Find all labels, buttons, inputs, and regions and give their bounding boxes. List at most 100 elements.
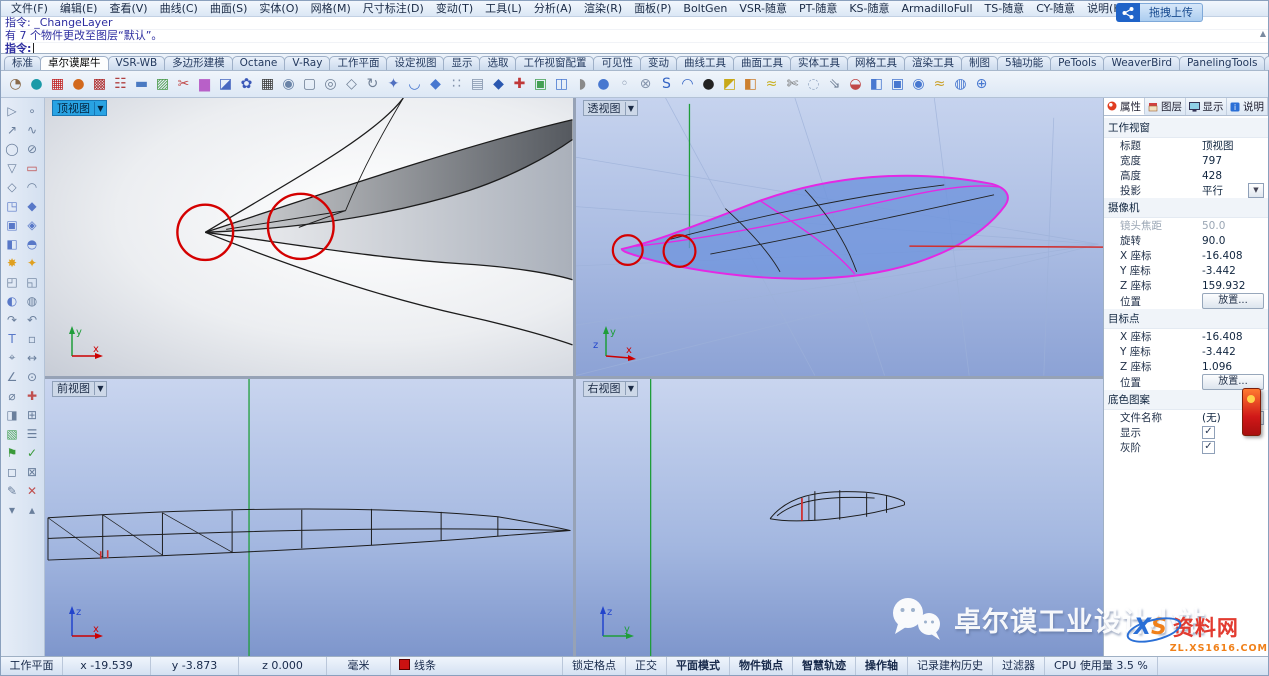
menu-item[interactable]: PT-随意 (793, 1, 843, 16)
wallpaper-file-value[interactable]: (无) (1202, 410, 1247, 425)
viewport-perspective[interactable]: 透视图▼ y x z (576, 98, 1104, 376)
ribbon-tab[interactable]: Octane (232, 56, 286, 70)
side-tool-icon[interactable]: ◍ (22, 291, 42, 310)
toolbar-tool-icon[interactable]: ◇ (341, 74, 362, 95)
status-field[interactable]: 线条 (391, 657, 563, 675)
ribbon-tab[interactable]: 显示 (443, 56, 480, 70)
status-field[interactable]: 操作轴 (856, 657, 908, 675)
toolbar-tool-icon[interactable]: ▦ (257, 74, 278, 95)
toolbar-tool-icon[interactable]: ◫ (551, 74, 572, 95)
camera-rotation-value[interactable]: 90.0 (1202, 235, 1264, 247)
viewport-title-value[interactable]: 顶视图 (1202, 138, 1264, 153)
side-tool-icon[interactable]: ✚ (22, 386, 42, 405)
side-tool-icon[interactable]: ∠ (2, 367, 22, 386)
side-tool-icon[interactable]: ▭ (22, 158, 42, 177)
panel-tab-layers[interactable]: 图层 (1145, 98, 1186, 115)
toolbar-tool-icon[interactable]: ⊗ (635, 74, 656, 95)
toolbar-tool-icon[interactable]: ⇘ (824, 74, 845, 95)
command-scroll-up-icon[interactable]: ▲ (1260, 29, 1266, 38)
menu-item[interactable]: VSR-随意 (733, 1, 793, 16)
toolbar-tool-icon[interactable]: ◗ (572, 74, 593, 95)
side-tool-icon[interactable]: ✕ (22, 481, 42, 500)
ribbon-tab[interactable]: 工作视窗配置 (515, 56, 594, 70)
toolbar-tool-icon[interactable]: ▦ (47, 74, 68, 95)
side-tool-icon[interactable]: ↔ (22, 348, 42, 367)
red-ribbon-badge[interactable] (1242, 388, 1261, 436)
chevron-down-icon[interactable]: ▼ (1248, 183, 1264, 198)
status-field[interactable]: x -19.539 (63, 657, 151, 675)
chevron-down-icon[interactable]: ▼ (625, 382, 637, 395)
toolbar-tool-icon[interactable]: ● (593, 74, 614, 95)
side-tool-icon[interactable]: ◇ (2, 177, 22, 196)
target-y-value[interactable]: -3.442 (1202, 346, 1264, 358)
panel-tab-display[interactable]: 显示 (1186, 98, 1227, 115)
toolbar-tool-icon[interactable]: ● (26, 74, 47, 95)
toolbar-tool-icon[interactable]: ✄ (782, 74, 803, 95)
side-tool-icon[interactable]: ⊙ (22, 367, 42, 386)
menu-item[interactable]: 变动(T) (430, 1, 479, 16)
side-tool-icon[interactable]: ▧ (2, 424, 22, 443)
menu-item[interactable]: TS-随意 (979, 1, 1031, 16)
ribbon-tab[interactable]: 制图 (961, 56, 998, 70)
side-tool-icon[interactable]: ↗ (2, 120, 22, 139)
side-tool-icon[interactable]: ▫ (22, 329, 42, 348)
side-tool-icon[interactable]: ◠ (22, 177, 42, 196)
side-tool-icon[interactable]: ⊠ (22, 462, 42, 481)
ribbon-tab[interactable]: 曲线工具 (676, 56, 734, 70)
ribbon-tab[interactable]: 可见性 (593, 56, 641, 70)
viewport-width-value[interactable]: 797 (1202, 155, 1264, 167)
toolbar-tool-icon[interactable]: ◠ (677, 74, 698, 95)
toolbar-tool-icon[interactable]: ▩ (89, 74, 110, 95)
toolbar-tool-icon[interactable]: ▣ (530, 74, 551, 95)
grayscale-checkbox[interactable]: ✓ (1202, 441, 1215, 454)
toolbar-tool-icon[interactable]: ▢ (299, 74, 320, 95)
side-tool-icon[interactable]: ▾ (2, 500, 22, 519)
ribbon-tab[interactable]: 选取 (479, 56, 516, 70)
side-tool-icon[interactable]: ◯ (2, 139, 22, 158)
toolbar-tool-icon[interactable]: ◉ (278, 74, 299, 95)
toolbar-tool-icon[interactable]: ⊕ (971, 74, 992, 95)
side-tool-icon[interactable]: ✦ (22, 253, 42, 272)
side-tool-icon[interactable]: T (2, 329, 22, 348)
ribbon-tab[interactable]: 网格工具 (847, 56, 905, 70)
status-field[interactable]: 过滤器 (993, 657, 1045, 675)
status-field[interactable]: 锁定格点 (563, 657, 626, 675)
side-tool-icon[interactable]: ◆ (22, 196, 42, 215)
side-tool-icon[interactable]: ∘ (22, 101, 42, 120)
ribbon-tab[interactable]: 卓尔谟犀牛 (40, 56, 109, 70)
toolbar-tool-icon[interactable]: ◡ (404, 74, 425, 95)
toolbar-tool-icon[interactable]: ◎ (320, 74, 341, 95)
side-tool-icon[interactable]: ◨ (2, 405, 22, 424)
side-tool-icon[interactable]: ▷ (2, 101, 22, 120)
side-tool-icon[interactable]: ◰ (2, 272, 22, 291)
side-tool-icon[interactable]: ✓ (22, 443, 42, 462)
side-tool-icon[interactable]: ▴ (22, 500, 42, 519)
toolbar-tool-icon[interactable]: ▨ (152, 74, 173, 95)
ribbon-tab[interactable]: 设定视图 (386, 56, 444, 70)
toolbar-tool-icon[interactable]: ▤ (467, 74, 488, 95)
side-tool-icon[interactable]: ◧ (2, 234, 22, 253)
side-tool-icon[interactable]: ↶ (22, 310, 42, 329)
toolbar-tool-icon[interactable]: ≈ (929, 74, 950, 95)
viewport-title-perspective[interactable]: 透视图▼ (583, 100, 638, 116)
menu-item[interactable]: 尺寸标注(D) (357, 1, 430, 16)
toolbar-tool-icon[interactable]: ✿ (236, 74, 257, 95)
viewport-title-top[interactable]: 顶视图▼ (52, 100, 107, 116)
side-tool-icon[interactable]: ⊞ (22, 405, 42, 424)
toolbar-tool-icon[interactable]: S (656, 74, 677, 95)
ribbon-tab[interactable]: 工作平面 (329, 56, 387, 70)
chevron-down-icon[interactable]: ▼ (94, 102, 106, 115)
menu-item[interactable]: ArmadilloFull (896, 1, 979, 16)
ribbon-tab[interactable]: VSR-WB (108, 56, 166, 70)
status-field[interactable]: 毫米 (327, 657, 391, 675)
side-tool-icon[interactable]: ☰ (22, 424, 42, 443)
camera-y-value[interactable]: -3.442 (1202, 265, 1264, 277)
camera-x-value[interactable]: -16.408 (1202, 250, 1264, 262)
menu-item[interactable]: 网格(M) (305, 1, 357, 16)
chevron-down-icon[interactable]: ▼ (94, 382, 106, 395)
menu-item[interactable]: 渲染(R) (578, 1, 628, 16)
ribbon-tab[interactable]: PanelingTools (1179, 56, 1265, 70)
menu-item[interactable]: 文件(F) (5, 1, 54, 16)
ribbon-tab[interactable]: PeTools (1050, 56, 1104, 70)
ribbon-tab[interactable]: 曲面工具 (733, 56, 791, 70)
